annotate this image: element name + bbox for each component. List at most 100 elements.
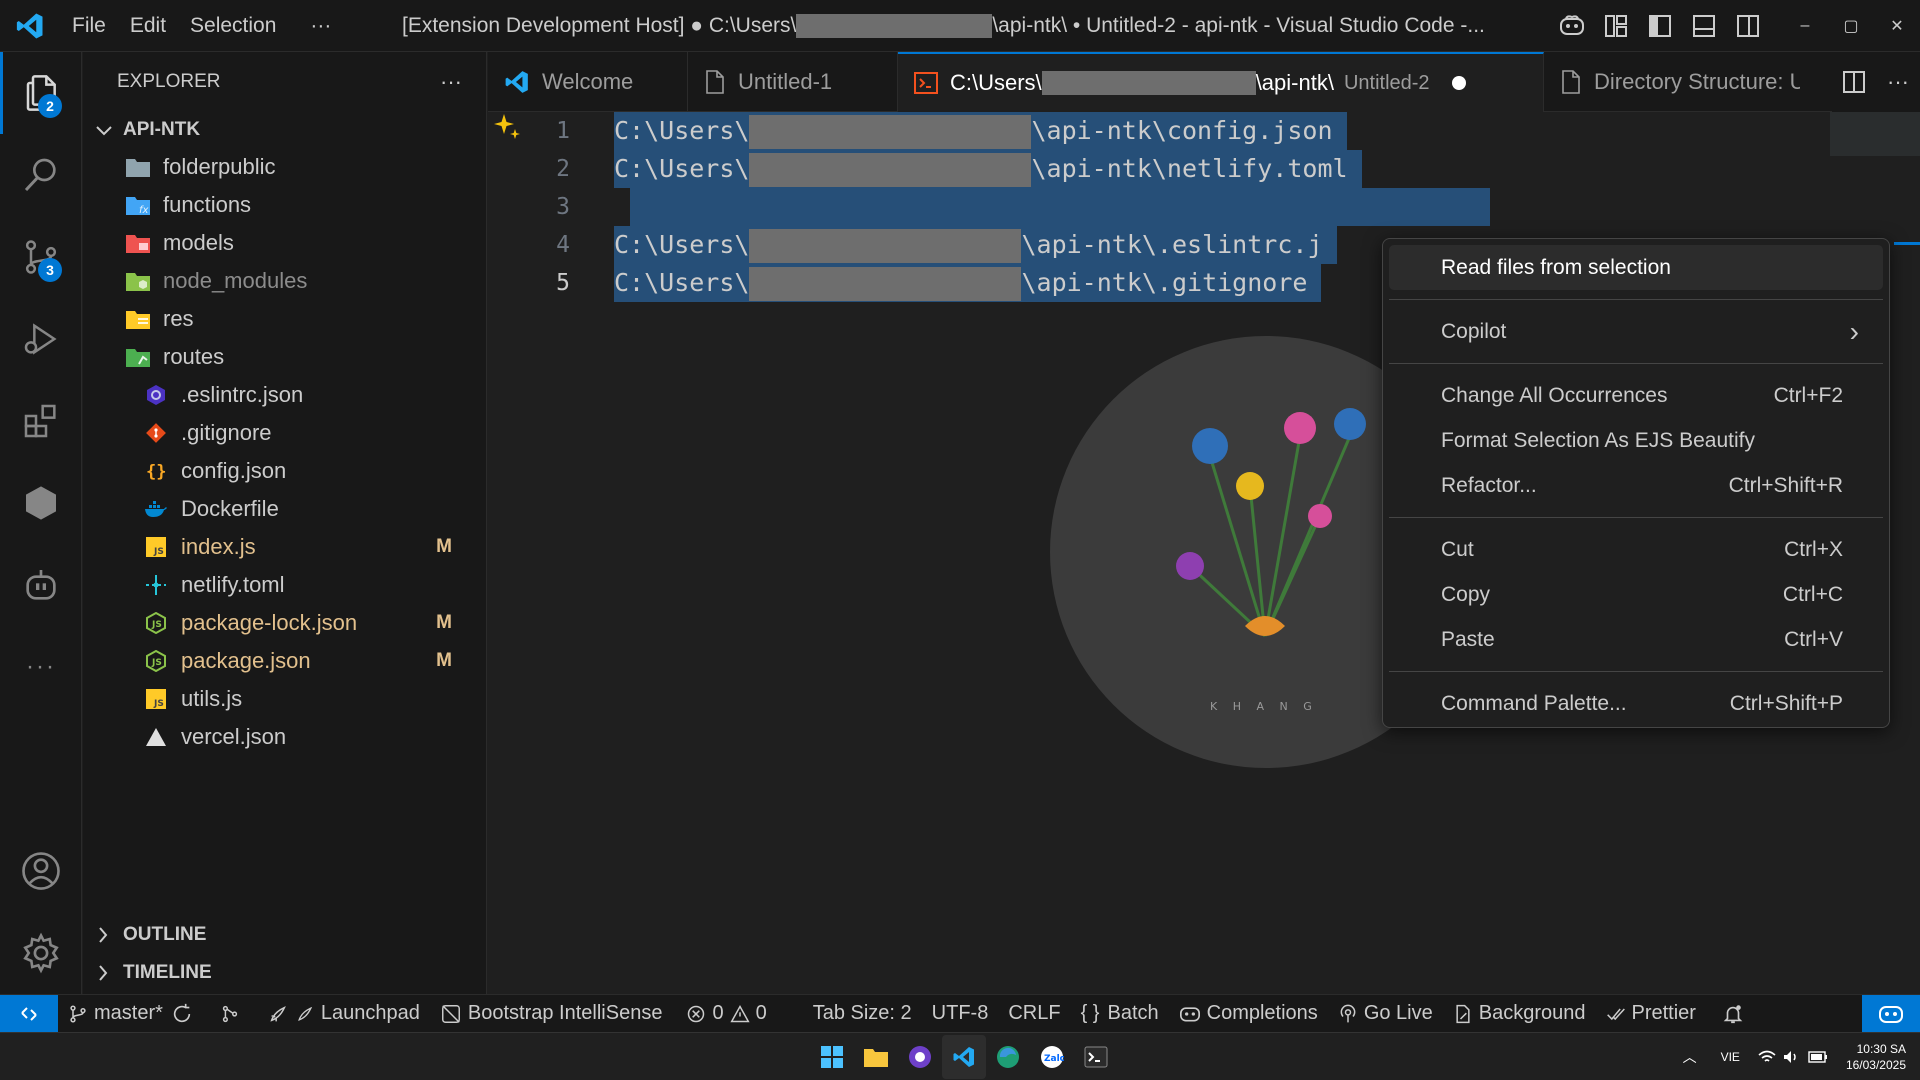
tree-folder-functions[interactable]: fx functions [83,186,486,224]
line-text[interactable]: C:\Users\ \api-ntk\netlify.toml [614,150,1362,188]
accounts-button[interactable] [0,830,82,912]
github-desktop-icon[interactable] [898,1035,942,1079]
clock[interactable]: 10:30 SA 16/03/2025 [1846,1041,1906,1073]
file-explorer-icon[interactable] [854,1035,898,1079]
close-button[interactable]: ✕ [1874,0,1920,52]
menu-refactor[interactable]: Refactor... Ctrl+Shift+R [1389,463,1883,508]
menu-copy[interactable]: Copy Ctrl+C [1389,572,1883,617]
menu-selection[interactable]: Selection [178,0,288,52]
branch-status[interactable]: master* [58,995,209,1033]
menu-command-palette[interactable]: Command Palette... Ctrl+Shift+P [1389,681,1883,726]
timeline-label: TIMELINE [123,962,212,983]
tree-file-package-lock[interactable]: JS package-lock.json M [83,604,486,642]
tree-file-eslintrc[interactable]: .eslintrc.json [83,376,486,414]
tree-folder-models[interactable]: models [83,224,486,262]
tree-folder-folderpublic[interactable]: folderpublic [83,148,486,186]
line-text[interactable]: C:\Users\ \api-ntk\config.json [614,112,1347,150]
search-button[interactable] [0,134,82,216]
explorer-more-button[interactable]: ··· [440,69,462,95]
line-text[interactable] [630,188,1490,226]
menu-more[interactable]: ··· [288,0,343,52]
windows-start-icon[interactable] [810,1035,854,1079]
more-actions-icon[interactable]: ··· [1876,56,1920,108]
extensions-button[interactable] [0,380,82,462]
background-button[interactable]: Background [1443,995,1596,1033]
copilot-sparkle-icon[interactable] [492,112,522,147]
tree-file-package-json[interactable]: JS package.json M [83,642,486,680]
js-icon: JS [143,686,169,712]
split-editor-icon[interactable] [1832,56,1876,108]
line-text[interactable]: C:\Users\ \api-ntk\.gitignore [614,264,1322,302]
language-mode-button[interactable]: { } Batch [1071,995,1169,1033]
more-views-button[interactable]: ··· [0,626,82,708]
menu-copilot[interactable]: Copilot › [1389,309,1883,354]
tab-welcome[interactable]: Welcome [488,52,688,112]
tree-file-utils-js[interactable]: JS utils.js [83,680,486,718]
copilot-chat-button[interactable] [0,544,82,626]
tree-folder-routes[interactable]: routes [83,338,486,376]
line-text[interactable]: C:\Users\ \api-ntk\.eslintrc.j [614,226,1337,264]
completions-button[interactable]: Completions [1169,995,1328,1033]
run-debug-button[interactable] [0,298,82,380]
toggle-panel-icon[interactable] [1682,0,1726,52]
outline-section-header[interactable]: OUTLINE [83,916,487,954]
copilot-icon[interactable] [1550,0,1594,52]
tab-sublabel: Untitled-2 [1343,71,1430,94]
git-graph-button[interactable] [209,995,257,1033]
menu-format-selection[interactable]: Format Selection As EJS Beautify [1389,418,1883,463]
edge-browser-icon[interactable] [986,1035,1030,1079]
vscode-taskbar-icon[interactable] [942,1035,986,1079]
unsaved-dot-icon[interactable] [1451,76,1466,90]
timeline-section-header[interactable]: TIMELINE [83,954,487,992]
toggle-secondary-sidebar-icon[interactable] [1726,0,1770,52]
bootstrap-disabled-icon [441,1004,460,1023]
tree-file-vercel[interactable]: vercel.json [83,718,486,756]
notifications-button[interactable] [1706,995,1760,1033]
launchpad-button[interactable]: Launchpad [257,995,430,1033]
hexagon-extension-button[interactable] [0,462,82,544]
tab-size-button[interactable]: Tab Size: 2 [777,995,922,1033]
chevron-right-icon [83,234,113,252]
toggle-primary-sidebar-icon[interactable] [1638,0,1682,52]
prettier-button[interactable]: Prettier [1596,995,1706,1033]
tree-file-netlify[interactable]: netlify.toml [83,566,486,604]
terminal-taskbar-icon[interactable] [1074,1035,1118,1079]
sync-icon[interactable] [171,1003,193,1025]
tab-untitled-2[interactable]: C:\Users\ \api-ntk\ Untitled-2 [898,52,1544,112]
menu-file[interactable]: File [60,0,118,52]
tray-chevron-up-icon[interactable]: ︿ [1683,1047,1697,1067]
tree-file-config-json[interactable]: {} config.json [83,452,486,490]
battery-icon[interactable] [1808,1050,1828,1064]
encoding-button[interactable]: UTF-8 [922,995,999,1033]
tab-untitled-1[interactable]: Untitled-1 [688,52,898,112]
remote-indicator-button[interactable] [0,994,58,1033]
input-language[interactable]: VIE [1721,1050,1740,1064]
volume-icon[interactable] [1782,1049,1800,1065]
wifi-icon[interactable] [1758,1049,1776,1065]
go-live-button[interactable]: Go Live [1328,995,1443,1033]
bootstrap-intellisense-button[interactable]: Bootstrap IntelliSense [430,995,673,1033]
tab-directory-structure[interactable]: Directory Structure: U [1544,52,1800,112]
tree-folder-res[interactable]: res [83,300,486,338]
tree-file-dockerfile[interactable]: Dockerfile [83,490,486,528]
problems-button[interactable]: 0 0 [672,995,776,1033]
explorer-button[interactable]: 2 [0,52,82,134]
menu-edit[interactable]: Edit [118,0,178,52]
menu-change-all-occurrences[interactable]: Change All Occurrences Ctrl+F2 [1389,373,1883,418]
eol-button[interactable]: CRLF [998,995,1070,1033]
workspace-root[interactable]: API-NTK [83,112,486,148]
minimize-button[interactable]: – [1782,0,1828,52]
tree-file-index-js[interactable]: JS index.js M [83,528,486,566]
tree-folder-node-modules[interactable]: node_modules [83,262,486,300]
zalo-icon[interactable]: Zalo [1030,1035,1074,1079]
customize-layout-icon[interactable] [1594,0,1638,52]
tree-file-gitignore[interactable]: .gitignore [83,414,486,452]
source-control-button[interactable]: 3 [0,216,82,298]
menu-cut[interactable]: Cut Ctrl+X [1389,527,1883,572]
manage-button[interactable] [0,912,82,994]
line-number: 5 [556,270,570,296]
menu-paste[interactable]: Paste Ctrl+V [1389,617,1883,662]
menu-read-files-from-selection[interactable]: Read files from selection [1389,245,1883,290]
copilot-status-button[interactable] [1862,995,1920,1033]
maximize-button[interactable]: ▢ [1828,0,1874,52]
